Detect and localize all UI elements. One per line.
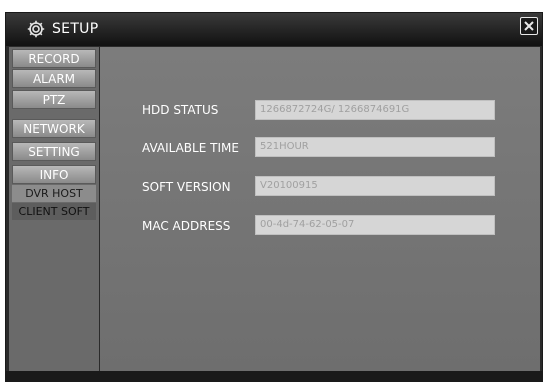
sidebar-subitem-dvr-host[interactable]: DVR HOST bbox=[12, 185, 96, 202]
close-button[interactable] bbox=[520, 17, 538, 35]
sidebar-item-setting[interactable]: SETTING bbox=[12, 142, 96, 161]
sidebar-item-info[interactable]: INFO bbox=[12, 165, 96, 184]
available-time-field: 521HOUR bbox=[255, 137, 495, 157]
window-title: SETUP bbox=[52, 21, 99, 37]
sidebar: RECORD ALARM PTZ NETWORK SETTING INFO DV… bbox=[9, 47, 99, 373]
bottom-bar bbox=[6, 371, 542, 381]
available-time-label: AVAILABLE TIME bbox=[142, 141, 239, 155]
sidebar-item-network[interactable]: NETWORK bbox=[12, 119, 96, 138]
close-icon bbox=[524, 21, 534, 31]
title-bar: SETUP bbox=[6, 13, 542, 46]
soft-version-field: V20100915 bbox=[255, 176, 495, 196]
sidebar-item-record[interactable]: RECORD bbox=[12, 49, 96, 68]
sidebar-subitem-client-soft[interactable]: CLIENT SOFT bbox=[12, 203, 96, 220]
soft-version-label: SOFT VERSION bbox=[142, 180, 231, 194]
hdd-status-label: HDD STATUS bbox=[142, 103, 219, 117]
sidebar-item-ptz[interactable]: PTZ bbox=[12, 90, 96, 109]
mac-address-label: MAC ADDRESS bbox=[142, 219, 231, 233]
hdd-status-field: 1266872724G/ 1266874691G bbox=[255, 100, 495, 120]
gear-icon bbox=[27, 20, 45, 38]
info-panel: HDD STATUS 1266872724G/ 1266874691G AVAI… bbox=[100, 47, 540, 373]
mac-address-field: 00-4d-74-62-05-07 bbox=[255, 215, 495, 235]
sidebar-item-alarm[interactable]: ALARM bbox=[12, 69, 96, 88]
setup-window: SETUP RECORD ALARM PTZ NETWORK SETTING I… bbox=[5, 12, 543, 382]
